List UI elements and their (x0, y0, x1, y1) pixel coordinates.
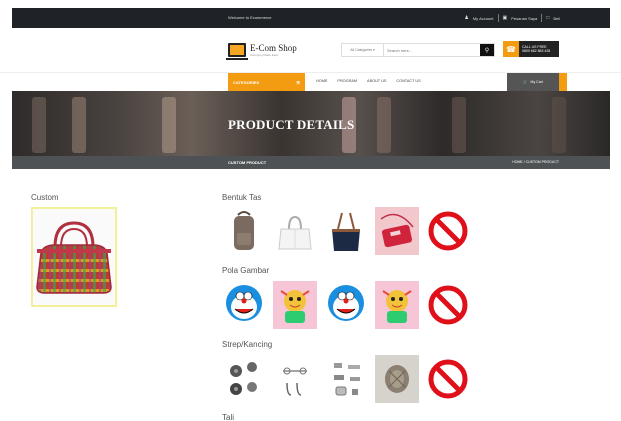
user-link[interactable]: Beli (553, 16, 560, 21)
nav-home[interactable]: HOME (316, 79, 327, 83)
brown-backpack-icon[interactable] (222, 207, 266, 255)
white-handbag-icon[interactable] (273, 207, 317, 255)
banner-decor (377, 97, 391, 153)
bag-preview-icon (36, 221, 112, 294)
custom-bag-preview (31, 207, 117, 307)
bag-icon: ▣ (502, 15, 508, 21)
navy-tote-icon[interactable] (324, 207, 368, 255)
logo-tagline: Shopping Made Easy (250, 53, 279, 57)
categories-label: CATEGORIES (233, 79, 260, 85)
phone-box: ☎ CALL US FREE 0800 662 863 428 (503, 41, 559, 57)
search-bar: All Categories ▾ ⚲ (341, 43, 495, 57)
search-category-select[interactable]: All Categories ▾ (342, 44, 384, 56)
breadcrumb-bar: CUSTOM PRODUCT HOME / CUSTOM PRODUCT (12, 156, 610, 169)
custom-label: Custom (31, 193, 59, 202)
cart-accent (559, 73, 567, 91)
main-nav: HOME PROGRAM ABOUT US CONTACT US (316, 79, 421, 83)
orders-link[interactable]: Pesanan Saya (511, 16, 537, 21)
laptop-logo-icon (226, 43, 248, 60)
none-option-icon[interactable] (426, 355, 470, 403)
welcome-text: Welcome to Ecommerce (228, 15, 272, 20)
divider (497, 14, 499, 22)
search-input[interactable] (384, 44, 480, 56)
character-pattern-icon[interactable] (273, 281, 317, 329)
red-sling-bag-icon[interactable] (375, 207, 419, 255)
section-title-pattern: Pola Gambar (222, 266, 270, 275)
character-pattern-icon[interactable] (375, 281, 419, 329)
logo[interactable]: E-Com Shop Shopping Made Easy (226, 43, 297, 60)
button-set-icon[interactable] (222, 355, 266, 403)
pattern-options (222, 281, 470, 329)
bag-shape-options (222, 207, 470, 255)
banner-decor (552, 97, 566, 153)
banner-decor (162, 97, 176, 153)
banner-decor (452, 97, 466, 153)
cart-label: My Cart (530, 80, 543, 84)
categories-button[interactable]: CATEGORIES ☰ (228, 73, 305, 91)
strap-options (222, 355, 470, 403)
search-icon: ⚲ (484, 47, 490, 54)
section-title-bag-shape: Bentuk Tas (222, 193, 262, 202)
cart-icon: 🛒 (523, 80, 528, 84)
lock-icon: □ (546, 15, 550, 21)
nav-program[interactable]: PROGRAM (337, 79, 357, 83)
none-option-icon[interactable] (426, 207, 470, 255)
none-option-icon[interactable] (426, 281, 470, 329)
phone-icon: ☎ (503, 41, 519, 57)
phone-number: 0800 662 863 428 (522, 49, 551, 53)
user-icon: ♟ (464, 15, 469, 21)
nav-contact[interactable]: CONTACT US (396, 79, 420, 83)
top-bar: Welcome to Ecommerce ♟ My Account ▣ Pesa… (12, 8, 610, 28)
page-title: PRODUCT DETAILS (228, 117, 355, 132)
section-title-strap: Strep/Kancing (222, 340, 273, 349)
breadcrumb-title: CUSTOM PRODUCT (228, 160, 267, 165)
doraemon-pattern-icon[interactable] (324, 281, 368, 329)
nav-about[interactable]: ABOUT US (367, 79, 386, 83)
search-button[interactable]: ⚲ (480, 44, 494, 56)
logo-title: E-Com Shop (250, 43, 297, 53)
hook-set-icon[interactable] (324, 355, 368, 403)
top-bar-links: ♟ My Account ▣ Pesanan Saya □ Beli (464, 14, 560, 22)
section-title-strap-rope: Tali (222, 413, 235, 421)
banner-decor (32, 97, 46, 153)
banner-decor (72, 97, 86, 153)
page-banner: PRODUCT DETAILS (12, 91, 610, 156)
cart-button[interactable]: 🛒 My Cart (507, 73, 567, 91)
clasp-set-icon[interactable] (273, 355, 317, 403)
my-account-link[interactable]: My Account (473, 16, 494, 21)
divider (541, 14, 543, 22)
metal-closure-icon[interactable] (375, 355, 419, 403)
menu-icon: ☰ (296, 79, 300, 85)
doraemon-pattern-icon[interactable] (222, 281, 266, 329)
breadcrumb[interactable]: HOME / CUSTOM PRODUCT (512, 160, 559, 164)
